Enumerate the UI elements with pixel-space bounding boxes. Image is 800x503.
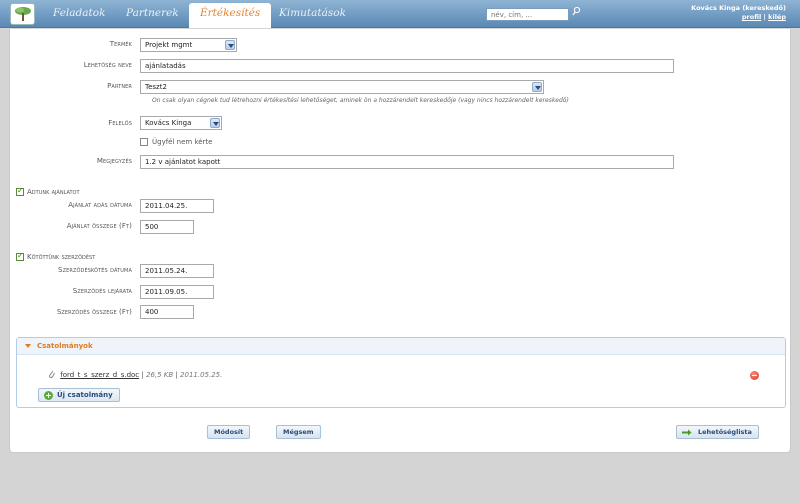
top-navigation-bar: Feladatok Partnerek Értékesítés Kimutatá… [0,0,800,28]
partner-label: Partner [107,82,132,90]
logout-link[interactable]: kilép [768,13,786,21]
attachment-date: 2011.05.25. [180,371,223,379]
chevron-down-icon [532,82,542,92]
attachment-size: 26,5 KB [145,371,174,379]
chevron-down-icon [210,118,220,128]
ugyfel-nem-kerte-label: Ügyfél nem kérte [152,138,213,146]
termek-value: Projekt mgmt [145,41,193,49]
lehetoseglista-button[interactable]: Lehetőséglista [676,425,759,439]
attachment-file-link[interactable]: ford_t_s_szerz_d_s.doc [60,371,139,379]
delete-attachment-icon[interactable] [750,371,759,380]
collapse-triangle-icon[interactable] [25,344,31,348]
megjegyzes-input[interactable] [140,155,674,169]
szerzodes-lejarata-input[interactable] [140,285,214,299]
link-separator: | [763,13,766,21]
ajanlat-osszeg-label: Ajánlat összege (Ft) [66,222,132,230]
user-box: Kovács Kinga (kereskedő) profil | kilép [691,4,786,22]
termek-label: Termék [109,40,132,48]
szerzodes-lejarata-label: Szerződés lejárata [72,287,132,295]
ajanlat-datum-label: Ajánlat adás dátuma [68,201,132,209]
szerzodes-osszeg-input[interactable] [140,305,194,319]
new-attachment-button[interactable]: Új csatolmány [38,388,120,402]
lehetoseg-input[interactable] [140,59,674,73]
felelos-select[interactable]: Kovács Kinga [140,116,222,130]
attachment-row: ford_t_s_szerz_d_s.doc | 26,5 KB | 2011.… [41,371,222,379]
megjegyzes-label: Megjegyzés [96,157,132,165]
user-name: Kovács Kinga (kereskedő) [691,4,786,12]
search-input[interactable] [486,8,569,21]
felelos-label: Felelős [108,119,132,127]
kotottunk-szerzodest-checkbox[interactable] [16,251,24,261]
attachments-panel: Csatolmányok ford_t_s_szerz_d_s.doc | 26… [16,337,786,408]
tab-kimutatasok[interactable]: Kimutatások [279,7,346,19]
tab-ertekesites[interactable]: Értékesítés [189,3,272,28]
adtunk-ajanlatot-label: Adtunk ajánlatot [27,188,80,196]
ajanlat-osszeg-input[interactable] [140,220,194,234]
szerzodes-osszeg-label: Szerződés összege (Ft) [56,308,132,316]
attachments-header[interactable]: Csatolmányok [17,338,785,355]
add-icon [44,391,53,400]
new-attachment-label: Új csatolmány [57,391,113,399]
tab-partnerek[interactable]: Partnerek [126,7,179,19]
adtunk-ajanlatot-checkbox[interactable] [16,186,24,196]
lehetoseglista-label: Lehetőséglista [698,428,752,436]
partner-select[interactable]: Teszt2 [140,80,544,94]
szerzodeskotes-datum-input[interactable] [140,264,214,278]
szerzodeskotes-datum-label: Szerződéskötés dátuma [58,266,132,274]
partner-value: Teszt2 [145,83,167,91]
termek-select[interactable]: Projekt mgmt [140,38,237,52]
arrow-right-icon [682,429,692,436]
lehetoseg-label: Lehetőség neve [83,61,132,69]
kotottunk-szerzodest-label: Kötöttünk szerződést [27,253,96,261]
app-logo[interactable] [10,3,35,25]
partner-hint: On csak olyan cégnek tud létrehozni érté… [152,97,569,104]
tree-logo-icon [14,7,31,21]
main-panel: Termék Projekt mgmt Lehetőség neve Partn… [9,29,791,453]
modosit-button[interactable]: Módosít [207,425,251,439]
tab-feladatok[interactable]: Feladatok [53,7,105,19]
ugyfel-nem-kerte-checkbox[interactable] [140,138,148,146]
chevron-down-icon [225,40,235,50]
ajanlat-datum-input[interactable] [140,199,214,213]
profile-link[interactable]: profil [742,13,761,21]
search-icon[interactable] [572,6,582,18]
megsem-button[interactable]: Mégsem [276,425,321,439]
felelos-value: Kovács Kinga [145,119,192,127]
attachments-title: Csatolmányok [37,342,93,350]
